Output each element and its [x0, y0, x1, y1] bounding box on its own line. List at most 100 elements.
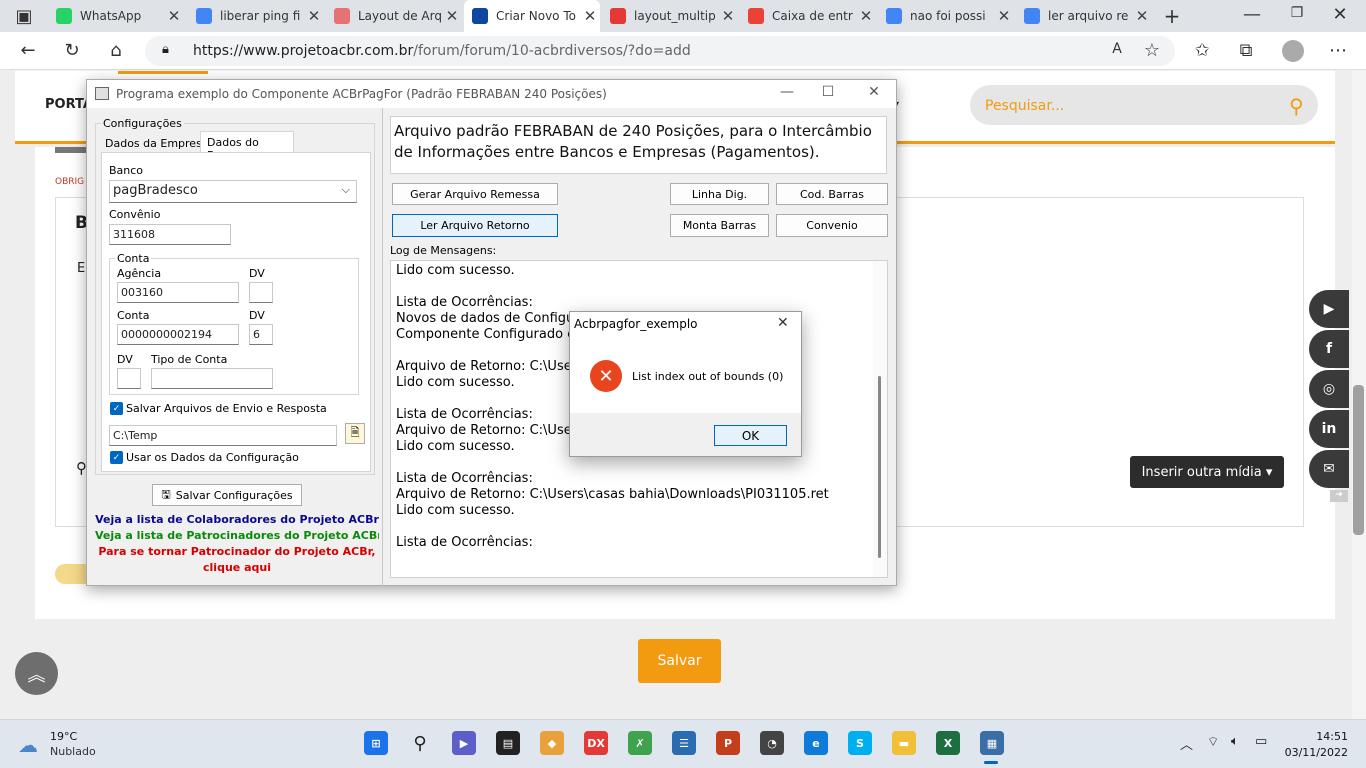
- window-maximize-icon[interactable]: ☐: [818, 84, 838, 100]
- minimize-icon[interactable]: —: [1240, 4, 1264, 25]
- browser-tab[interactable]: Caixa de entr ✕: [740, 0, 876, 32]
- meet-icon[interactable]: ▶: [452, 731, 476, 755]
- search-icon[interactable]: ⚲: [1289, 94, 1304, 118]
- scroll-top-icon[interactable]: ︽: [15, 652, 58, 695]
- browser-tab[interactable]: liberar ping fi ✕: [188, 0, 324, 32]
- read-aloud-icon[interactable]: A: [1105, 41, 1129, 57]
- window-close-icon[interactable]: ✕: [864, 84, 884, 100]
- tab-close-icon[interactable]: ✕: [718, 7, 738, 25]
- home-icon[interactable]: ⌂: [104, 40, 128, 61]
- app2-icon[interactable]: ◔: [760, 731, 784, 755]
- salvar-config-button[interactable]: 🖫 Salvar Configurações: [152, 484, 302, 506]
- tab-close-icon[interactable]: ✕: [442, 7, 462, 25]
- patrocinadores-link[interactable]: Veja a lista de Patrocinadores do Projet…: [95, 529, 379, 542]
- insert-media-button[interactable]: Inserir outra mídia ▾: [1130, 456, 1284, 488]
- tab-close-icon[interactable]: ✕: [304, 7, 324, 25]
- browser-tab[interactable]: layout_multip ✕: [602, 0, 738, 32]
- browser-tab[interactable]: Layout de Arq ✕: [326, 0, 462, 32]
- monta-barras-button[interactable]: Monta Barras: [670, 214, 769, 237]
- favorites-icon[interactable]: ✩: [1190, 40, 1214, 61]
- tab-dados-empresa[interactable]: Dados da Empresa: [105, 137, 209, 150]
- clique-aqui-link[interactable]: clique aqui: [95, 561, 379, 574]
- banco-select[interactable]: pagBradesco ⌵: [109, 180, 357, 203]
- back-icon[interactable]: ←: [16, 40, 40, 61]
- ler-retorno-button[interactable]: Ler Arquivo Retorno: [392, 214, 558, 237]
- tab-close-icon[interactable]: ✕: [164, 7, 184, 25]
- close-browser-icon[interactable]: ✕: [1328, 4, 1352, 25]
- tray-chevron-icon[interactable]: ︿: [1180, 734, 1193, 753]
- collections-icon[interactable]: ⧉: [1234, 40, 1258, 61]
- weather-temp[interactable]: 19°C: [50, 730, 77, 743]
- tab-dados-banco[interactable]: Dados do Banco: [200, 131, 294, 162]
- start-icon[interactable]: ⊞: [364, 731, 388, 755]
- linkedin-icon[interactable]: in: [1309, 410, 1349, 448]
- browser-tab[interactable]: WhatsApp ✕: [48, 0, 184, 32]
- weather-cloud-icon[interactable]: ☁: [18, 733, 38, 757]
- instagram-icon[interactable]: ◎: [1309, 370, 1349, 408]
- weather-desc[interactable]: Nublado: [50, 745, 96, 758]
- tab-close-icon[interactable]: ✕: [994, 7, 1014, 25]
- conta-input[interactable]: 0000000002194: [117, 324, 239, 345]
- powerpoint-icon[interactable]: P: [716, 731, 740, 755]
- tipo-conta-label: Tipo de Conta: [151, 353, 228, 366]
- excel-icon[interactable]: X: [936, 731, 960, 755]
- window-minimize-icon[interactable]: —: [777, 84, 797, 100]
- battery-icon[interactable]: ▭: [1255, 734, 1267, 749]
- new-tab-icon[interactable]: +: [1160, 4, 1184, 28]
- app-icon[interactable]: ◆: [540, 731, 564, 755]
- tab-close-icon[interactable]: ✕: [580, 7, 600, 25]
- page-scrollbar-thumb[interactable]: [1353, 385, 1364, 535]
- dv2-label: DV: [117, 353, 133, 366]
- path-input[interactable]: C:\Temp: [109, 425, 337, 446]
- tab-actions-icon[interactable]: ▣: [12, 6, 36, 27]
- cod-barras-button[interactable]: Cod. Barras: [776, 183, 888, 205]
- browser-tab[interactable]: Criar Novo To ✕: [464, 0, 600, 32]
- youtube-icon[interactable]: ▶: [1309, 290, 1349, 328]
- tornar-patrocinador-link[interactable]: Para se tornar Patrocinador do Projeto A…: [95, 545, 379, 558]
- clock-date[interactable]: 03/11/2022: [1270, 746, 1348, 759]
- tipo-conta-input[interactable]: [151, 368, 273, 389]
- dv2-input[interactable]: [117, 368, 141, 389]
- clock-time[interactable]: 14:51: [1296, 730, 1348, 743]
- usar-dados-checkbox[interactable]: ✓: [110, 451, 123, 464]
- restore-icon[interactable]: ❐: [1285, 5, 1309, 21]
- facebook-icon[interactable]: f: [1309, 330, 1349, 368]
- convenio-input[interactable]: 311608: [109, 224, 231, 245]
- browser-tab[interactable]: nao foi possi ✕: [878, 0, 1014, 32]
- convenio-button[interactable]: Convenio: [776, 214, 888, 237]
- volume-icon[interactable]: 🔈︎: [1231, 734, 1239, 749]
- email-icon[interactable]: ✉: [1309, 450, 1349, 488]
- gerar-remessa-button[interactable]: Gerar Arquivo Remessa: [392, 183, 558, 205]
- explorer-icon[interactable]: ▬: [892, 731, 916, 755]
- browse-folder-icon[interactable]: 🗎: [345, 423, 365, 444]
- browser-tab[interactable]: ler arquivo re ✕: [1016, 0, 1152, 32]
- tab-close-icon[interactable]: ✕: [1132, 7, 1152, 25]
- dialog-close-icon[interactable]: ✕: [777, 315, 789, 331]
- agencia-input[interactable]: 003160: [117, 282, 239, 303]
- refresh-icon[interactable]: ↻: [60, 40, 84, 61]
- search-icon[interactable]: ⚲: [408, 731, 432, 755]
- agencia-dv-input[interactable]: [249, 282, 273, 303]
- more-icon[interactable]: ⋯: [1326, 40, 1350, 61]
- wifi-icon[interactable]: ⌔: [1207, 734, 1219, 750]
- conta-dv-input[interactable]: 6: [249, 324, 273, 345]
- terminal-icon[interactable]: ▤: [496, 731, 520, 755]
- tools-icon[interactable]: ✗: [628, 731, 652, 755]
- profile-avatar[interactable]: [1282, 40, 1304, 62]
- tab-close-icon[interactable]: ✕: [856, 7, 876, 25]
- edge-icon[interactable]: e: [804, 731, 828, 755]
- dialog-ok-button[interactable]: OK: [714, 425, 787, 446]
- salvar-arquivos-checkbox[interactable]: ✓: [110, 402, 123, 415]
- skype-icon[interactable]: S: [848, 731, 872, 755]
- acbr-app-icon[interactable]: ▦: [980, 731, 1004, 755]
- site-save-button[interactable]: Salvar: [638, 639, 721, 683]
- social-collapse-icon[interactable]: ➜: [1330, 490, 1348, 502]
- lock-icon[interactable]: 🔒︎: [162, 42, 169, 57]
- log-scrollbar-thumb[interactable]: [878, 376, 881, 558]
- colaboradores-link[interactable]: Veja a lista de Colaboradores do Projeto…: [95, 513, 379, 526]
- notes-icon[interactable]: ☰: [672, 731, 696, 755]
- devexpress-icon[interactable]: DX: [584, 731, 608, 755]
- favorite-add-icon[interactable]: ☆: [1140, 40, 1164, 61]
- browser-tab-title: layout_multip: [634, 9, 716, 23]
- linha-dig-button[interactable]: Linha Dig.: [670, 183, 769, 205]
